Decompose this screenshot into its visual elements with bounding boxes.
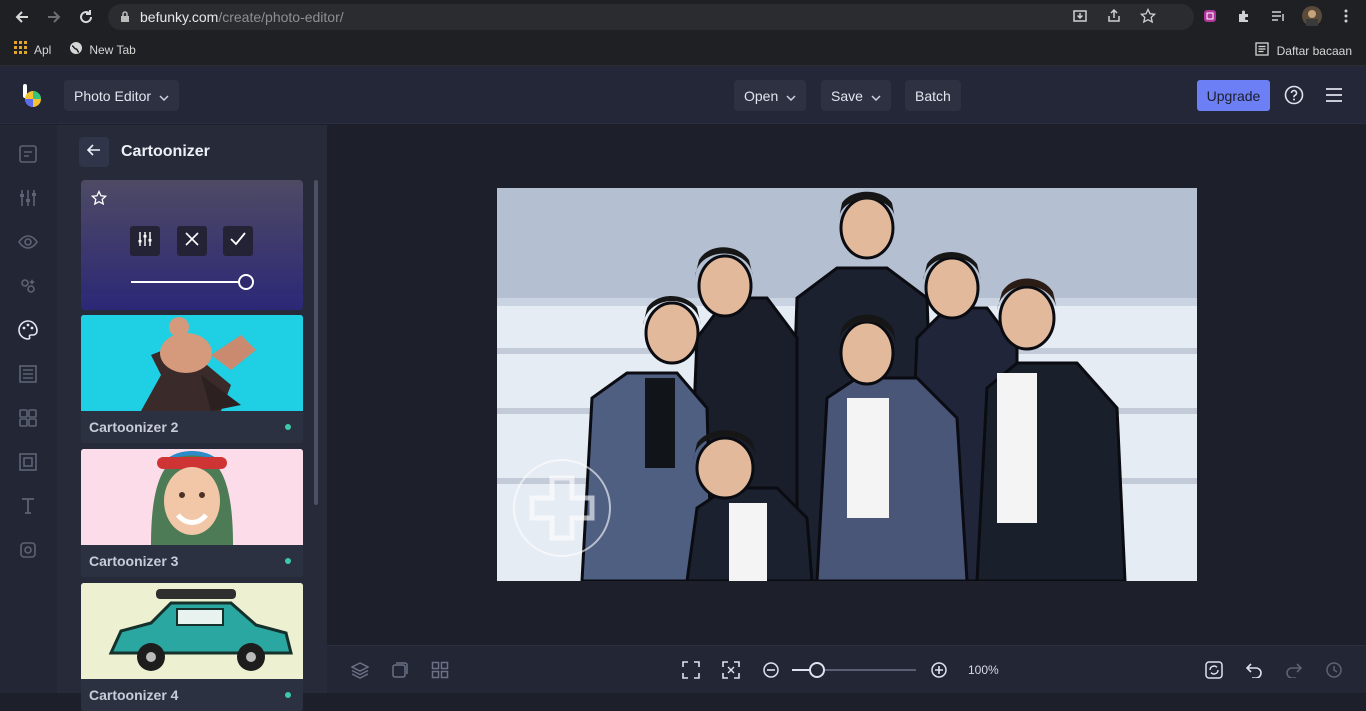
cancel-button[interactable]	[177, 226, 207, 256]
history-icon[interactable]	[1322, 658, 1346, 682]
layers-icon[interactable]	[348, 658, 372, 682]
close-icon	[185, 231, 199, 251]
effects-icon[interactable]	[17, 275, 39, 297]
arrow-left-icon	[86, 143, 101, 161]
redo-icon[interactable]	[1282, 658, 1306, 682]
adjust-sliders-icon[interactable]	[17, 187, 39, 209]
zoom-in-icon[interactable]	[927, 658, 951, 682]
preset-label: Cartoonizer 2	[89, 419, 179, 435]
browser-toolbar: befunky.com/create/photo-editor/	[0, 0, 1366, 34]
refresh-compare-icon[interactable]	[1202, 658, 1226, 682]
bookmark-star-icon[interactable]	[1138, 6, 1158, 26]
preset-label: Cartoonizer 4	[89, 687, 179, 703]
preset-status-dot	[285, 424, 291, 430]
url-path: /create/photo-editor/	[218, 9, 344, 25]
photo-editor-dropdown[interactable]: Photo Editor	[64, 80, 180, 111]
save-dropdown[interactable]: Save	[821, 80, 891, 111]
zoom-out-icon[interactable]	[759, 658, 783, 682]
grid-view-icon[interactable]	[428, 658, 452, 682]
panel-header: Cartoonizer	[79, 137, 210, 167]
globe-icon	[69, 41, 83, 58]
share-icon[interactable]	[1104, 6, 1124, 26]
address-bar[interactable]: befunky.com/create/photo-editor/	[108, 4, 1194, 30]
reading-list-icon	[1254, 42, 1269, 59]
undo-icon[interactable]	[1242, 658, 1266, 682]
effects-panel: Cartoonizer Cartoonizer 2 Cartoonizer 3 …	[57, 125, 327, 711]
profile-avatar[interactable]	[1302, 6, 1322, 26]
preset-label: Cartoonizer 3	[89, 553, 179, 569]
reload-icon[interactable]	[75, 6, 97, 28]
help-icon[interactable]	[1283, 84, 1305, 106]
panel-title: Cartoonizer	[121, 143, 210, 160]
reading-list-label: Daftar bacaan	[1276, 43, 1352, 58]
fit-screen-icon[interactable]	[679, 658, 703, 682]
tool-rail	[0, 125, 57, 693]
edit-tool-icon[interactable]	[17, 143, 39, 165]
chevron-down-icon	[159, 88, 169, 104]
artsy-palette-icon[interactable]	[17, 319, 39, 341]
preset-thumbnail	[81, 449, 303, 545]
graphics-icon[interactable]	[17, 539, 39, 561]
batch-button[interactable]: Batch	[905, 80, 961, 111]
preset-card-cartoonizer-3[interactable]: Cartoonizer 3	[81, 449, 303, 577]
chevron-down-icon	[871, 88, 881, 104]
back-arrow-icon[interactable]	[11, 6, 33, 28]
preset-status-dot	[285, 558, 291, 564]
back-button[interactable]	[79, 137, 109, 167]
zoom-slider-knob[interactable]	[809, 662, 825, 678]
preset-thumbnail	[81, 315, 303, 411]
collage-grid-icon[interactable]	[17, 407, 39, 429]
bookmark-label: New Tab	[89, 42, 136, 57]
bottom-toolbar: 100%	[327, 645, 1366, 693]
eye-icon[interactable]	[17, 231, 39, 253]
panel-scrollbar[interactable]	[314, 180, 318, 505]
zoom-percentage: 100%	[968, 663, 999, 677]
batch-label: Batch	[915, 87, 951, 104]
media-queue-icon[interactable]	[1268, 6, 1288, 26]
lock-icon	[120, 11, 130, 23]
settings-button[interactable]	[130, 226, 160, 256]
frames-icon[interactable]	[17, 363, 39, 385]
sliders-icon	[137, 231, 153, 252]
intensity-slider-knob[interactable]	[238, 274, 254, 290]
text-tool-icon[interactable]	[17, 495, 39, 517]
url-host: befunky.com	[140, 9, 219, 25]
preset-card-cartoonizer-2[interactable]: Cartoonizer 2	[81, 315, 303, 443]
bookmark-apps[interactable]: Apl	[14, 41, 51, 58]
frame-square-icon[interactable]	[17, 451, 39, 473]
open-label: Open	[744, 87, 779, 104]
kebab-menu-icon[interactable]	[1336, 6, 1356, 26]
actual-size-icon[interactable]	[719, 658, 743, 682]
upgrade-button[interactable]: Upgrade	[1197, 80, 1270, 111]
star-favorite-icon[interactable]	[90, 189, 108, 211]
active-preset-card	[81, 180, 303, 310]
apply-button[interactable]	[223, 226, 253, 256]
preset-card-cartoonizer-4[interactable]: Cartoonizer 4	[81, 583, 303, 711]
cartoonized-photo[interactable]	[497, 188, 1197, 581]
preset-thumbnail	[81, 583, 303, 679]
apps-grid-icon	[14, 41, 28, 58]
puzzle-icon[interactable]	[1234, 6, 1254, 26]
hamburger-menu-icon[interactable]	[1323, 84, 1345, 106]
app-header: Photo Editor Open Save Batch Upgrade	[0, 66, 1366, 124]
chevron-down-icon	[786, 88, 796, 104]
image-manager-icon[interactable]	[388, 658, 412, 682]
reading-list[interactable]: Daftar bacaan	[1254, 42, 1352, 59]
bookmarks-bar: Apl New Tab Daftar bacaan	[0, 34, 1366, 66]
extension-icon[interactable]	[1200, 6, 1220, 26]
bookmark-label: Apl	[34, 42, 52, 57]
befunky-logo[interactable]	[20, 83, 44, 109]
save-label: Save	[831, 87, 863, 104]
photo-editor-label: Photo Editor	[74, 87, 152, 104]
intensity-slider-track[interactable]	[131, 281, 245, 283]
bookmark-new-tab[interactable]: New Tab	[69, 41, 136, 58]
checkmark-icon	[230, 231, 246, 251]
forward-arrow-icon[interactable]	[43, 6, 65, 28]
open-dropdown[interactable]: Open	[734, 80, 807, 111]
install-app-icon[interactable]	[1070, 6, 1090, 26]
